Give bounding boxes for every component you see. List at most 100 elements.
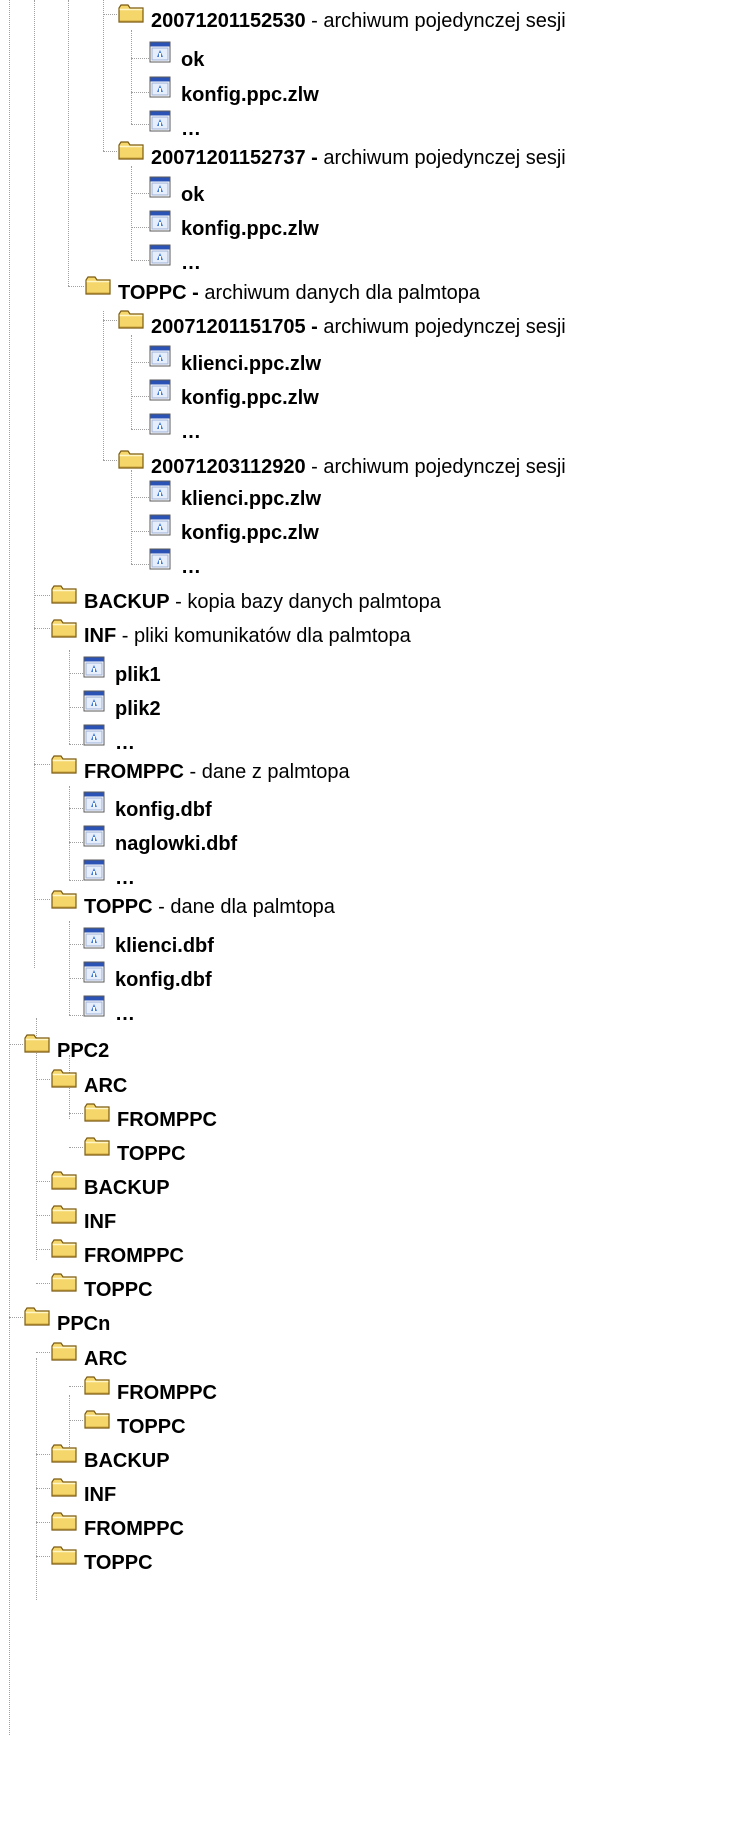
tree-guide-line xyxy=(9,1044,23,1045)
tree-node[interactable]: … xyxy=(83,995,683,1029)
folder-icon xyxy=(50,617,78,645)
tree-guide-line xyxy=(9,0,10,1735)
tree-guide-line xyxy=(69,673,83,674)
tree-guide-line xyxy=(69,1386,83,1387)
tree-node[interactable]: PPCn xyxy=(23,1305,623,1339)
document-icon xyxy=(83,724,105,752)
node-description: - archiwum pojedynczej sesji xyxy=(305,456,566,478)
tree-guide-line xyxy=(68,0,69,286)
tree-node[interactable]: BACKUP - kopia bazy danych palmtopa xyxy=(50,583,650,617)
tree-node[interactable]: PPC2 xyxy=(23,1032,623,1066)
node-label: klienci.ppc.zlw xyxy=(181,487,321,511)
tree-node[interactable]: TOPPC xyxy=(50,1544,650,1578)
tree-node[interactable]: FROMPPC xyxy=(83,1374,683,1408)
tree-node[interactable]: naglowki.dbf xyxy=(83,825,683,859)
node-name: FROMPPC xyxy=(84,761,184,783)
tree-node[interactable]: konfig.dbf xyxy=(83,791,683,825)
tree-node[interactable]: TOPPC - archiwum danych dla palmtopa xyxy=(84,274,684,308)
tree-guide-line xyxy=(36,1488,50,1489)
node-label: FROMPPC xyxy=(117,1108,217,1132)
tree-guide-line xyxy=(103,14,117,15)
tree-guide-line xyxy=(131,335,132,429)
tree-node[interactable]: ARC xyxy=(50,1067,650,1101)
tree-node[interactable]: FROMPPC xyxy=(50,1510,650,1544)
node-name: INF xyxy=(84,625,117,647)
tree-node[interactable]: TOPPC xyxy=(83,1408,683,1442)
tree-node[interactable]: INF - pliki komunikatów dla palmtopa xyxy=(50,617,650,651)
tree-node[interactable]: INF xyxy=(50,1476,650,1510)
tree-guide-line xyxy=(131,58,149,59)
tree-node[interactable]: BACKUP xyxy=(50,1442,650,1476)
document-icon xyxy=(83,656,105,684)
node-name: … xyxy=(181,118,201,140)
tree-node[interactable]: 20071201151705 - archiwum pojedynczej se… xyxy=(117,308,717,342)
tree-node[interactable]: ok xyxy=(149,41,736,75)
tree-node[interactable]: ok xyxy=(149,176,736,210)
tree-node[interactable]: 20071201152737 - archiwum pojedynczej se… xyxy=(117,139,717,173)
folder-icon xyxy=(117,139,145,167)
node-label: konfig.ppc.zlw xyxy=(181,217,319,241)
node-name: ok xyxy=(181,49,205,71)
node-name: konfig.ppc.zlw xyxy=(181,218,319,240)
tree-node[interactable]: INF xyxy=(50,1203,650,1237)
node-label: ok xyxy=(181,48,204,72)
tree-node[interactable]: FROMPPC xyxy=(50,1237,650,1271)
tree-guide-line xyxy=(131,124,149,125)
tree-node[interactable]: konfig.dbf xyxy=(83,961,683,995)
document-icon xyxy=(149,76,171,104)
tree-node[interactable]: … xyxy=(149,413,736,447)
tree-node[interactable]: konfig.ppc.zlw xyxy=(149,379,736,413)
tree-guide-line xyxy=(36,1249,50,1250)
node-label: TOPPC - archiwum danych dla palmtopa xyxy=(118,281,480,305)
folder-icon xyxy=(50,888,78,916)
tree-node[interactable]: konfig.ppc.zlw xyxy=(149,514,736,548)
tree-guide-line xyxy=(34,764,50,765)
tree-node[interactable]: BACKUP xyxy=(50,1169,650,1203)
node-name: plik1 xyxy=(115,664,161,686)
tree-node[interactable]: konfig.ppc.zlw xyxy=(149,76,736,110)
folder-icon xyxy=(50,753,78,781)
tree-node[interactable]: TOPPC xyxy=(83,1135,683,1169)
tree-node[interactable]: TOPPC xyxy=(50,1271,650,1305)
folder-icon xyxy=(50,1544,78,1572)
tree-guide-line xyxy=(131,193,149,194)
tree-node[interactable]: 20071203112920 - archiwum pojedynczej se… xyxy=(117,448,717,482)
tree-guide-line xyxy=(36,1358,37,1600)
folder-icon xyxy=(50,1271,78,1299)
node-name: 20071201151705 - xyxy=(151,316,318,338)
tree-node[interactable]: ARC xyxy=(50,1340,650,1374)
node-label: … xyxy=(181,420,201,444)
tree-guide-line xyxy=(9,1317,23,1318)
tree-guide-line xyxy=(131,260,149,261)
tree-guide-line xyxy=(131,497,149,498)
node-label: 20071203112920 - archiwum pojedynczej se… xyxy=(151,455,566,479)
tree-node[interactable]: klienci.ppc.zlw xyxy=(149,345,736,379)
node-name: TOPPC xyxy=(117,1143,186,1165)
node-label: INF xyxy=(84,1483,116,1507)
tree-node[interactable]: 20071201152530 - archiwum pojedynczej se… xyxy=(117,2,717,36)
tree-node[interactable]: konfig.ppc.zlw xyxy=(149,210,736,244)
node-label: … xyxy=(181,117,201,141)
node-name: 20071203112920 xyxy=(151,456,306,478)
tree-guide-line xyxy=(36,1181,50,1182)
node-name: PPC2 xyxy=(57,1040,110,1062)
tree-node[interactable]: FROMPPC - dane z palmtopa xyxy=(50,753,650,787)
tree-node[interactable]: TOPPC - dane dla palmtopa xyxy=(50,888,650,922)
tree-guide-line xyxy=(69,744,83,745)
node-label: ARC xyxy=(84,1347,127,1371)
folder-icon xyxy=(117,2,145,30)
node-name: konfig.dbf xyxy=(115,969,212,991)
tree-node[interactable]: klienci.ppc.zlw xyxy=(149,480,736,514)
node-name: BACKUP xyxy=(84,591,170,613)
tree-node[interactable]: plik1 xyxy=(83,656,683,690)
tree-node[interactable]: klienci.dbf xyxy=(83,927,683,961)
tree-node[interactable]: … xyxy=(149,548,736,582)
tree-node[interactable]: FROMPPC xyxy=(83,1101,683,1135)
node-label: ok xyxy=(181,183,204,207)
folder-icon xyxy=(50,1237,78,1265)
node-description: archiwum pojedynczej sesji xyxy=(317,147,566,169)
folder-icon xyxy=(83,1408,111,1436)
tree-guide-line xyxy=(103,151,117,152)
tree-node[interactable]: … xyxy=(149,244,736,278)
tree-node[interactable]: plik2 xyxy=(83,690,683,724)
